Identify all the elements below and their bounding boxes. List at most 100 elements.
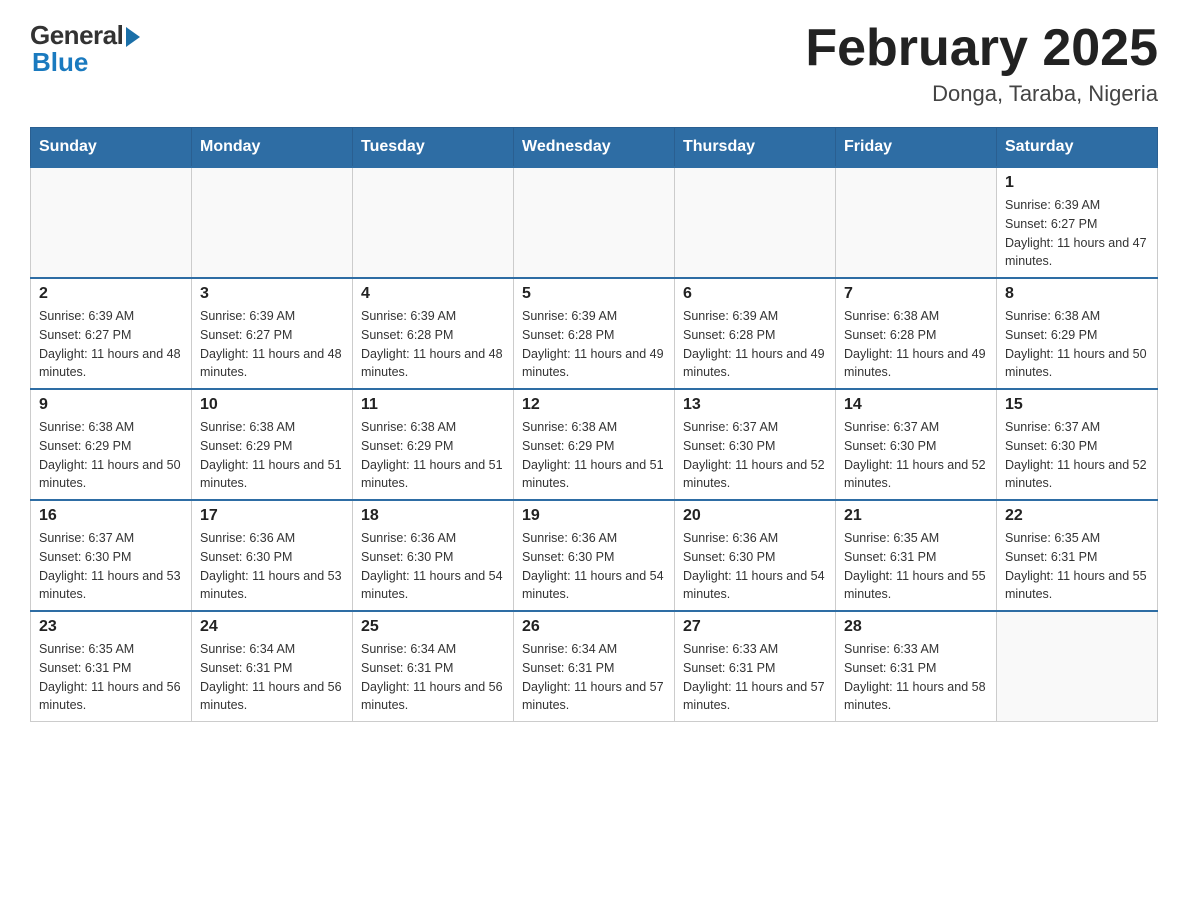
calendar-cell: 27 Sunrise: 6:33 AM Sunset: 6:31 PM Dayli… (675, 611, 836, 722)
calendar-header-row: SundayMondayTuesdayWednesdayThursdayFrid… (31, 128, 1158, 168)
calendar-cell: 8 Sunrise: 6:38 AM Sunset: 6:29 PM Daylig… (997, 278, 1158, 389)
calendar-cell: 9Sunrise: 6:38 AM Sunset: 6:29 PM Daylig… (31, 389, 192, 500)
day-number: 10 (200, 396, 344, 414)
calendar-weekday-friday: Friday (836, 128, 997, 168)
day-number: 13 (683, 396, 827, 414)
day-info: Sunrise: 6:39 AM Sunset: 6:28 PM Dayligh… (522, 307, 666, 382)
calendar-cell: 28 Sunrise: 6:33 AM Sunset: 6:31 PM Dayli… (836, 611, 997, 722)
day-number: 18 (361, 507, 505, 525)
calendar-cell: 22Sunrise: 6:35 AM Sunset: 6:31 PM Dayli… (997, 500, 1158, 611)
day-number: 14 (844, 396, 988, 414)
calendar-week-row: 16Sunrise: 6:37 AM Sunset: 6:30 PM Dayli… (31, 500, 1158, 611)
calendar-cell: 6 Sunrise: 6:39 AM Sunset: 6:28 PM Daylig… (675, 278, 836, 389)
calendar-weekday-tuesday: Tuesday (353, 128, 514, 168)
calendar-cell: 13Sunrise: 6:37 AM Sunset: 6:30 PM Dayli… (675, 389, 836, 500)
calendar-table: SundayMondayTuesdayWednesdayThursdayFrid… (30, 127, 1158, 722)
calendar-cell: 20 Sunrise: 6:36 AM Sunset: 6:30 PM Dayli… (675, 500, 836, 611)
calendar-cell: 16Sunrise: 6:37 AM Sunset: 6:30 PM Dayli… (31, 500, 192, 611)
calendar-weekday-monday: Monday (192, 128, 353, 168)
day-number: 8 (1005, 285, 1149, 303)
day-info: Sunrise: 6:36 AM Sunset: 6:30 PM Dayligh… (361, 529, 505, 604)
day-number: 27 (683, 618, 827, 636)
day-info: Sunrise: 6:39 AM Sunset: 6:27 PM Dayligh… (200, 307, 344, 382)
calendar-cell (997, 611, 1158, 722)
day-number: 17 (200, 507, 344, 525)
day-number: 28 (844, 618, 988, 636)
day-number: 4 (361, 285, 505, 303)
calendar-cell (836, 167, 997, 278)
day-info: Sunrise: 6:39 AM Sunset: 6:28 PM Dayligh… (361, 307, 505, 382)
calendar-cell: 18 Sunrise: 6:36 AM Sunset: 6:30 PM Dayli… (353, 500, 514, 611)
calendar-cell: 12 Sunrise: 6:38 AM Sunset: 6:29 PM Dayli… (514, 389, 675, 500)
calendar-cell (353, 167, 514, 278)
day-info: Sunrise: 6:36 AM Sunset: 6:30 PM Dayligh… (683, 529, 827, 604)
day-number: 7 (844, 285, 988, 303)
day-number: 15 (1005, 396, 1149, 414)
calendar-week-row: 1 Sunrise: 6:39 AM Sunset: 6:27 PM Daylig… (31, 167, 1158, 278)
day-number: 2 (39, 285, 183, 303)
calendar-cell: 4 Sunrise: 6:39 AM Sunset: 6:28 PM Daylig… (353, 278, 514, 389)
day-info: Sunrise: 6:37 AM Sunset: 6:30 PM Dayligh… (1005, 418, 1149, 493)
month-title: February 2025 (805, 20, 1158, 77)
day-number: 5 (522, 285, 666, 303)
day-number: 12 (522, 396, 666, 414)
day-number: 21 (844, 507, 988, 525)
calendar-cell: 7 Sunrise: 6:38 AM Sunset: 6:28 PM Daylig… (836, 278, 997, 389)
calendar-weekday-sunday: Sunday (31, 128, 192, 168)
calendar-cell: 3 Sunrise: 6:39 AM Sunset: 6:27 PM Daylig… (192, 278, 353, 389)
day-info: Sunrise: 6:33 AM Sunset: 6:31 PM Dayligh… (683, 640, 827, 715)
calendar-cell (514, 167, 675, 278)
day-number: 6 (683, 285, 827, 303)
day-info: Sunrise: 6:34 AM Sunset: 6:31 PM Dayligh… (522, 640, 666, 715)
calendar-cell: 1 Sunrise: 6:39 AM Sunset: 6:27 PM Daylig… (997, 167, 1158, 278)
logo: General Blue (30, 20, 140, 78)
calendar-cell (192, 167, 353, 278)
calendar-cell: 14 Sunrise: 6:37 AM Sunset: 6:30 PM Dayli… (836, 389, 997, 500)
calendar-weekday-thursday: Thursday (675, 128, 836, 168)
logo-blue-text: Blue (32, 47, 88, 78)
calendar-cell (31, 167, 192, 278)
day-info: Sunrise: 6:38 AM Sunset: 6:29 PM Dayligh… (200, 418, 344, 493)
day-info: Sunrise: 6:39 AM Sunset: 6:27 PM Dayligh… (1005, 196, 1149, 271)
calendar-weekday-saturday: Saturday (997, 128, 1158, 168)
day-number: 20 (683, 507, 827, 525)
title-block: February 2025 Donga, Taraba, Nigeria (805, 20, 1158, 107)
calendar-weekday-wednesday: Wednesday (514, 128, 675, 168)
day-info: Sunrise: 6:38 AM Sunset: 6:29 PM Dayligh… (522, 418, 666, 493)
calendar-week-row: 23Sunrise: 6:35 AM Sunset: 6:31 PM Dayli… (31, 611, 1158, 722)
calendar-cell: 2Sunrise: 6:39 AM Sunset: 6:27 PM Daylig… (31, 278, 192, 389)
page-header: General Blue February 2025 Donga, Taraba… (30, 20, 1158, 107)
day-info: Sunrise: 6:34 AM Sunset: 6:31 PM Dayligh… (200, 640, 344, 715)
day-number: 24 (200, 618, 344, 636)
location-subtitle: Donga, Taraba, Nigeria (805, 81, 1158, 107)
day-info: Sunrise: 6:38 AM Sunset: 6:29 PM Dayligh… (361, 418, 505, 493)
day-number: 9 (39, 396, 183, 414)
calendar-week-row: 2 Sunrise: 6:39 AM Sunset: 6:27 PM Daylig… (31, 278, 1158, 389)
day-number: 11 (361, 396, 505, 414)
day-number: 1 (1005, 174, 1149, 192)
calendar-cell (675, 167, 836, 278)
day-info: Sunrise: 6:38 AM Sunset: 6:28 PM Dayligh… (844, 307, 988, 382)
day-info: Sunrise: 6:35 AM Sunset: 6:31 PM Dayligh… (39, 640, 183, 715)
calendar-cell: 26 Sunrise: 6:34 AM Sunset: 6:31 PM Dayli… (514, 611, 675, 722)
calendar-cell: 5 Sunrise: 6:39 AM Sunset: 6:28 PM Daylig… (514, 278, 675, 389)
day-number: 3 (200, 285, 344, 303)
day-info: Sunrise: 6:33 AM Sunset: 6:31 PM Dayligh… (844, 640, 988, 715)
day-info: Sunrise: 6:36 AM Sunset: 6:30 PM Dayligh… (200, 529, 344, 604)
day-number: 19 (522, 507, 666, 525)
day-info: Sunrise: 6:38 AM Sunset: 6:29 PM Dayligh… (1005, 307, 1149, 382)
calendar-week-row: 9 Sunrise: 6:38 AM Sunset: 6:29 PM Daylig… (31, 389, 1158, 500)
day-info: Sunrise: 6:35 AM Sunset: 6:31 PM Dayligh… (1005, 529, 1149, 604)
calendar-cell: 25Sunrise: 6:34 AM Sunset: 6:31 PM Dayli… (353, 611, 514, 722)
calendar-cell: 19Sunrise: 6:36 AM Sunset: 6:30 PM Dayli… (514, 500, 675, 611)
day-info: Sunrise: 6:37 AM Sunset: 6:30 PM Dayligh… (844, 418, 988, 493)
day-info: Sunrise: 6:37 AM Sunset: 6:30 PM Dayligh… (39, 529, 183, 604)
day-info: Sunrise: 6:39 AM Sunset: 6:28 PM Dayligh… (683, 307, 827, 382)
calendar-cell: 24 Sunrise: 6:34 AM Sunset: 6:31 PM Dayli… (192, 611, 353, 722)
day-info: Sunrise: 6:35 AM Sunset: 6:31 PM Dayligh… (844, 529, 988, 604)
calendar-cell: 10 Sunrise: 6:38 AM Sunset: 6:29 PM Dayli… (192, 389, 353, 500)
calendar-cell: 21 Sunrise: 6:35 AM Sunset: 6:31 PM Dayli… (836, 500, 997, 611)
day-number: 26 (522, 618, 666, 636)
calendar-cell: 11 Sunrise: 6:38 AM Sunset: 6:29 PM Dayli… (353, 389, 514, 500)
day-number: 25 (361, 618, 505, 636)
